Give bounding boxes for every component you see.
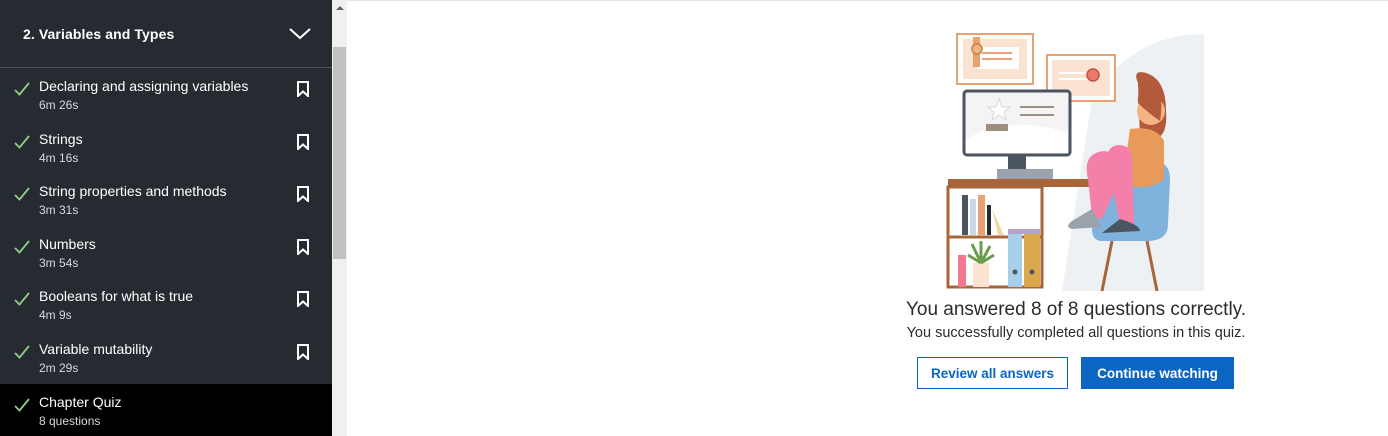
continue-watching-button[interactable]: Continue watching	[1081, 357, 1234, 389]
chapter-title: 2. Variables and Types	[23, 25, 175, 42]
bookmark-icon[interactable]	[296, 186, 310, 204]
item-title: Declaring and assigning variables	[39, 78, 249, 94]
check-icon	[14, 81, 30, 97]
item-duration: 6m 26s	[39, 98, 79, 112]
check-icon	[14, 239, 30, 255]
list-item[interactable]: Strings 4m 16s	[0, 121, 332, 174]
quiz-complete-illustration	[946, 33, 1204, 291]
item-title: Chapter Quiz	[39, 393, 122, 410]
scroll-thumb[interactable]	[333, 47, 346, 259]
item-duration: 2m 29s	[39, 360, 79, 375]
item-duration: 3m 54s	[39, 255, 79, 270]
check-icon	[14, 134, 30, 150]
check-icon	[14, 291, 30, 307]
chevron-down-icon[interactable]	[288, 22, 312, 46]
item-title: Numbers	[39, 235, 96, 252]
sidebar-scrollbar[interactable]	[332, 0, 347, 436]
chapter-header[interactable]: 2. Variables and Types	[0, 0, 332, 68]
item-title: Booleans for what is true	[39, 288, 194, 305]
quiz-result-panel: You answered 8 of 8 questions correctly.…	[347, 0, 1388, 436]
scroll-up-arrow-icon[interactable]	[332, 0, 347, 16]
bookmark-icon[interactable]	[296, 238, 310, 257]
item-title: Strings	[39, 130, 83, 147]
item-duration: 4m 16s	[39, 150, 79, 165]
quiz-result-title: You answered 8 of 8 questions correctly.	[905, 299, 1247, 320]
item-duration: 3m 31s	[39, 203, 79, 218]
check-icon	[14, 397, 30, 413]
quiz-result-subtitle: You successfully completed all questions…	[906, 325, 1246, 341]
bookmark-icon[interactable]	[296, 343, 310, 362]
bookmark-icon[interactable]	[296, 133, 310, 151]
review-all-answers-button[interactable]: Review all answers	[917, 357, 1068, 389]
item-title: Variable mutability	[39, 340, 153, 357]
bookmark-icon[interactable]	[296, 291, 310, 309]
item-title: String properties and methods	[39, 183, 227, 200]
course-sidebar: 2. Variables and Types Declaring and ass…	[0, 0, 332, 436]
list-item-active[interactable]: Chapter Quiz 8 questions	[0, 383, 332, 436]
chapter-items: Declaring and assigning variables 6m 26s…	[0, 68, 332, 436]
list-item[interactable]: Declaring and assigning variables 6m 26s	[0, 68, 332, 121]
list-item[interactable]: Numbers 3m 54s	[0, 226, 332, 279]
list-item[interactable]: Booleans for what is true 4m 9s	[0, 278, 332, 331]
list-item[interactable]: Variable mutability 2m 29s	[0, 331, 332, 384]
list-item[interactable]: String properties and methods 3m 31s	[0, 173, 332, 226]
check-icon	[14, 186, 30, 202]
bookmark-icon[interactable]	[296, 81, 310, 99]
item-duration: 4m 9s	[39, 308, 72, 323]
check-icon	[14, 344, 30, 360]
item-question-count: 8 questions	[39, 413, 101, 428]
app: 2. Variables and Types Declaring and ass…	[0, 0, 1388, 436]
